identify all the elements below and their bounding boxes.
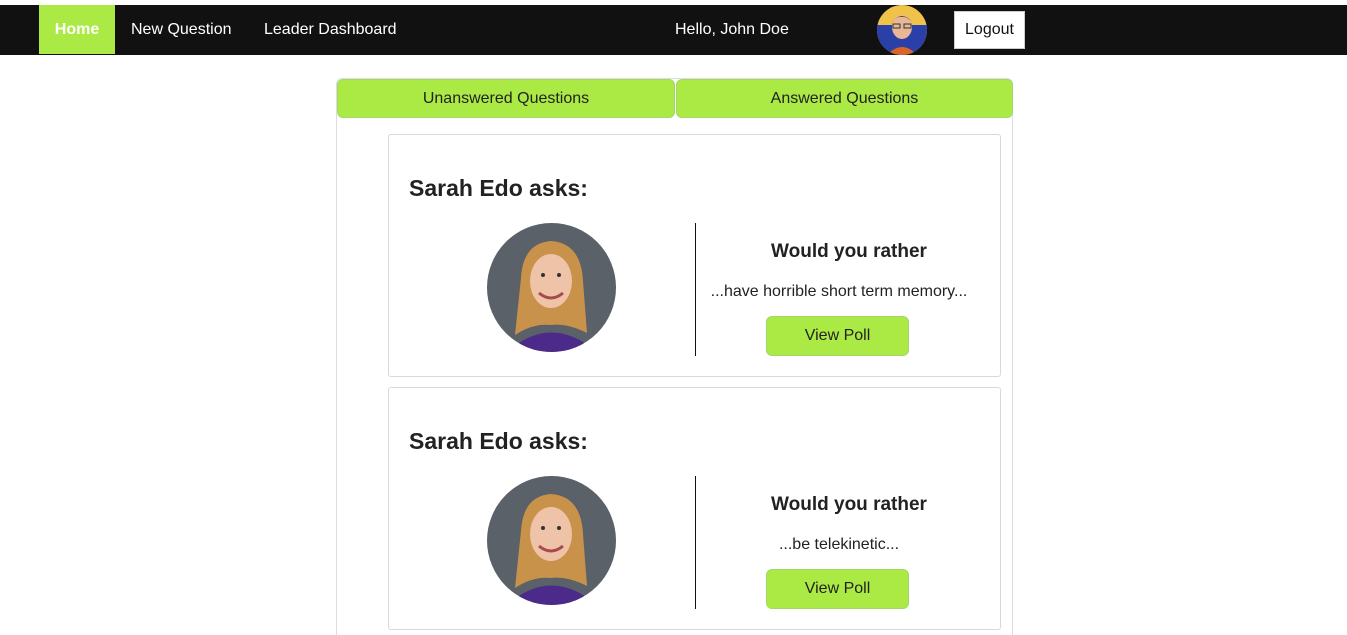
logout-button[interactable]: Logout bbox=[954, 11, 1025, 49]
question-author-heading: Sarah Edo asks: bbox=[409, 428, 588, 454]
questions-panel: Unanswered Questions Answered Questions … bbox=[336, 78, 1013, 635]
question-author-heading: Sarah Edo asks: bbox=[409, 175, 588, 201]
user-greeting: Hello, John Doe bbox=[675, 21, 789, 38]
question-card: Sarah Edo asks: Would you rather ...be t… bbox=[388, 387, 1001, 630]
would-you-rather-heading: Would you rather bbox=[771, 494, 927, 515]
nav-leader-dashboard-link[interactable]: Leader Dashboard bbox=[264, 5, 397, 54]
nav-new-question-link[interactable]: New Question bbox=[131, 5, 232, 54]
nav-home-link[interactable]: Home bbox=[39, 5, 115, 54]
tab-unanswered-questions[interactable]: Unanswered Questions bbox=[337, 79, 675, 118]
view-poll-button[interactable]: View Poll bbox=[766, 316, 909, 356]
option-preview: ...be telekinetic... bbox=[778, 536, 900, 553]
user-avatar bbox=[877, 5, 927, 55]
author-avatar bbox=[487, 223, 616, 352]
view-poll-button[interactable]: View Poll bbox=[766, 569, 909, 609]
top-navbar: Home New Question Leader Dashboard Hello… bbox=[0, 5, 1347, 55]
author-avatar bbox=[487, 476, 616, 605]
option-preview: ...have horrible short term memory... bbox=[710, 283, 968, 300]
tab-answered-questions[interactable]: Answered Questions bbox=[676, 79, 1013, 118]
would-you-rather-heading: Would you rather bbox=[771, 241, 927, 262]
question-card: Sarah Edo asks: Would you rather ...have… bbox=[388, 134, 1001, 377]
